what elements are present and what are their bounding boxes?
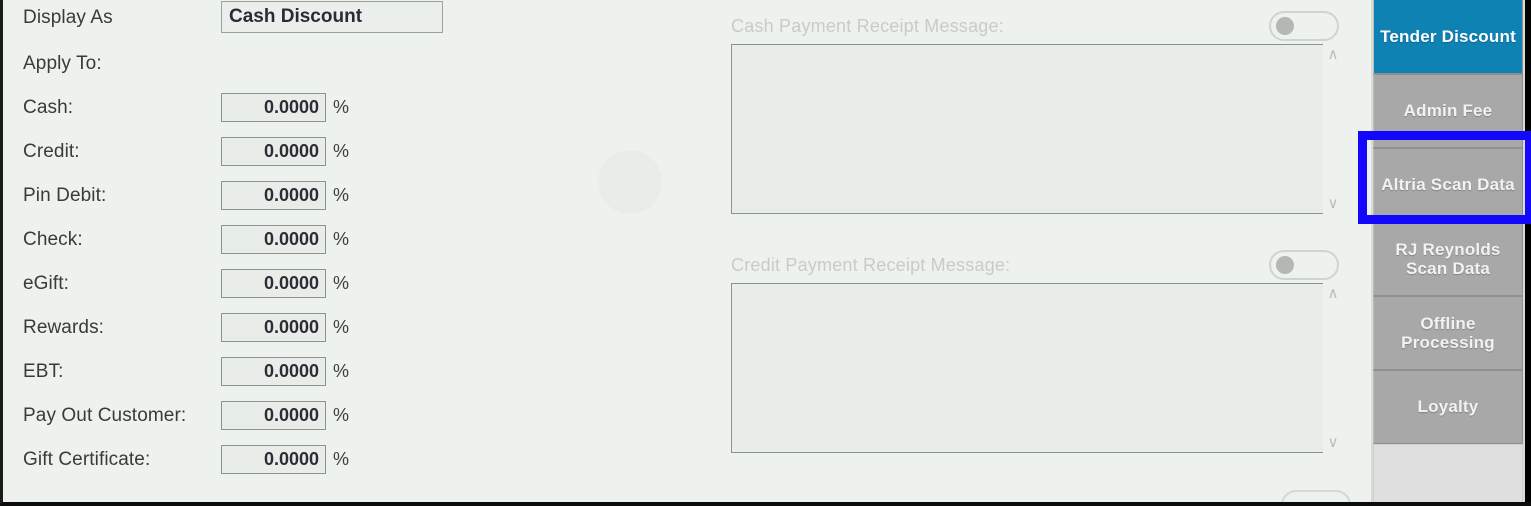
apply-to-row: Apply To: (23, 47, 443, 79)
tender-row-egift: eGift: 0.0000 % (23, 267, 443, 299)
loading-circle-watermark (598, 150, 662, 214)
credit-receipt-message-toggle[interactable] (1269, 250, 1339, 280)
tender-discount-form: Display As Cash Discount Apply To: Cash:… (3, 0, 713, 496)
sidebar-empty-filler (1373, 444, 1523, 502)
check-label: Check: (23, 228, 83, 250)
sidebar-item-offline-processing[interactable]: Offline Processing (1373, 296, 1523, 370)
cash-receipt-message-toggle[interactable] (1269, 11, 1339, 41)
ebt-percent-sign: % (333, 361, 350, 381)
credit-percent-sign: % (333, 141, 350, 161)
check-percent-sign: % (333, 229, 350, 249)
pin-debit-label: Pin Debit: (23, 184, 107, 206)
sidebar-item-admin-fee[interactable]: Admin Fee (1373, 74, 1523, 148)
pin-debit-percent-input[interactable]: 0.0000 (221, 180, 326, 210)
pin-debit-percent-sign: % (333, 185, 350, 205)
gift-certificate-label: Gift Certificate: (23, 448, 151, 470)
cash-percent-sign: % (333, 97, 350, 117)
toggle-knob-icon (1276, 256, 1294, 274)
pay-out-customer-percent-input[interactable]: 0.0000 (221, 400, 326, 430)
chevron-up-icon[interactable]: ∧ (1328, 47, 1339, 62)
ebt-percent-input[interactable]: 0.0000 (221, 356, 326, 386)
egift-percent-input[interactable]: 0.0000 (221, 268, 326, 298)
receipt-messages-panel: Cash Payment Receipt Message: ∧ ∨ Credit… (725, 0, 1353, 502)
tender-row-pay-out-customer: Pay Out Customer: 0.0000 % (23, 399, 443, 431)
chevron-down-icon[interactable]: ∨ (1328, 196, 1339, 211)
cash-percent-input[interactable]: 0.0000 (221, 92, 326, 122)
cash-label: Cash: (23, 96, 74, 118)
tender-row-rewards: Rewards: 0.0000 % (23, 311, 443, 343)
cash-receipt-message-body: ∧ ∨ (725, 44, 1353, 214)
tender-row-pin-debit: Pin Debit: 0.0000 % (23, 179, 443, 211)
credit-receipt-message-scrollbar[interactable]: ∧ ∨ (1323, 283, 1343, 453)
ebt-label: EBT: (23, 360, 64, 382)
tender-row-check: Check: 0.0000 % (23, 223, 443, 255)
toggle-knob-icon (1276, 17, 1294, 35)
credit-label: Credit: (23, 140, 80, 162)
tender-discount-screen: Display As Cash Discount Apply To: Cash:… (0, 0, 1531, 506)
chevron-down-icon[interactable]: ∨ (1328, 435, 1339, 450)
gift-certificate-percent-sign: % (333, 449, 350, 469)
chevron-up-icon[interactable]: ∧ (1328, 286, 1339, 301)
credit-receipt-message-label: Credit Payment Receipt Message: (731, 254, 1011, 275)
credit-percent-input[interactable]: 0.0000 (221, 136, 326, 166)
gift-certificate-percent-input[interactable]: 0.0000 (221, 444, 326, 474)
credit-receipt-message-body: ∧ ∨ (725, 283, 1353, 453)
check-percent-input[interactable]: 0.0000 (221, 224, 326, 254)
tender-row-gift-certificate: Gift Certificate: 0.0000 % (23, 443, 443, 475)
credit-receipt-message-group: Credit Payment Receipt Message: ∧ ∨ (725, 247, 1353, 453)
display-as-row: Display As Cash Discount (23, 1, 443, 33)
display-as-input[interactable]: Cash Discount (221, 1, 443, 33)
rewards-percent-sign: % (333, 317, 350, 337)
egift-label: eGift: (23, 272, 70, 294)
credit-receipt-message-textarea[interactable] (731, 283, 1327, 453)
cash-receipt-message-group: Cash Payment Receipt Message: ∧ ∨ (725, 8, 1353, 214)
cash-receipt-message-textarea[interactable] (731, 44, 1327, 214)
sidebar-item-loyalty[interactable]: Loyalty (1373, 370, 1523, 444)
cash-receipt-message-header: Cash Payment Receipt Message: (725, 8, 1353, 44)
tender-row-ebt: EBT: 0.0000 % (23, 355, 443, 387)
egift-percent-sign: % (333, 273, 350, 293)
display-as-label: Display As (23, 6, 113, 28)
sidebar-item-rj-reynolds-scan-data[interactable]: RJ Reynolds Scan Data (1373, 222, 1523, 296)
sidebar-item-tender-discount[interactable]: Tender Discount (1373, 0, 1523, 74)
pay-out-customer-label: Pay Out Customer: (23, 404, 187, 426)
third-receipt-message-toggle-partial[interactable] (1281, 490, 1351, 502)
cash-receipt-message-label: Cash Payment Receipt Message: (731, 15, 1004, 36)
tender-row-credit: Credit: 0.0000 % (23, 135, 443, 167)
rewards-percent-input[interactable]: 0.0000 (221, 312, 326, 342)
tender-row-cash: Cash: 0.0000 % (23, 91, 443, 123)
pay-out-customer-percent-sign: % (333, 405, 350, 425)
cash-receipt-message-scrollbar[interactable]: ∧ ∨ (1323, 44, 1343, 214)
rewards-label: Rewards: (23, 316, 105, 338)
sidebar-nav: Tender Discount Admin Fee Altria Scan Da… (1371, 0, 1531, 502)
credit-receipt-message-header: Credit Payment Receipt Message: (725, 247, 1353, 283)
sidebar-item-altria-scan-data[interactable]: Altria Scan Data (1373, 148, 1523, 222)
apply-to-label: Apply To: (23, 52, 102, 74)
